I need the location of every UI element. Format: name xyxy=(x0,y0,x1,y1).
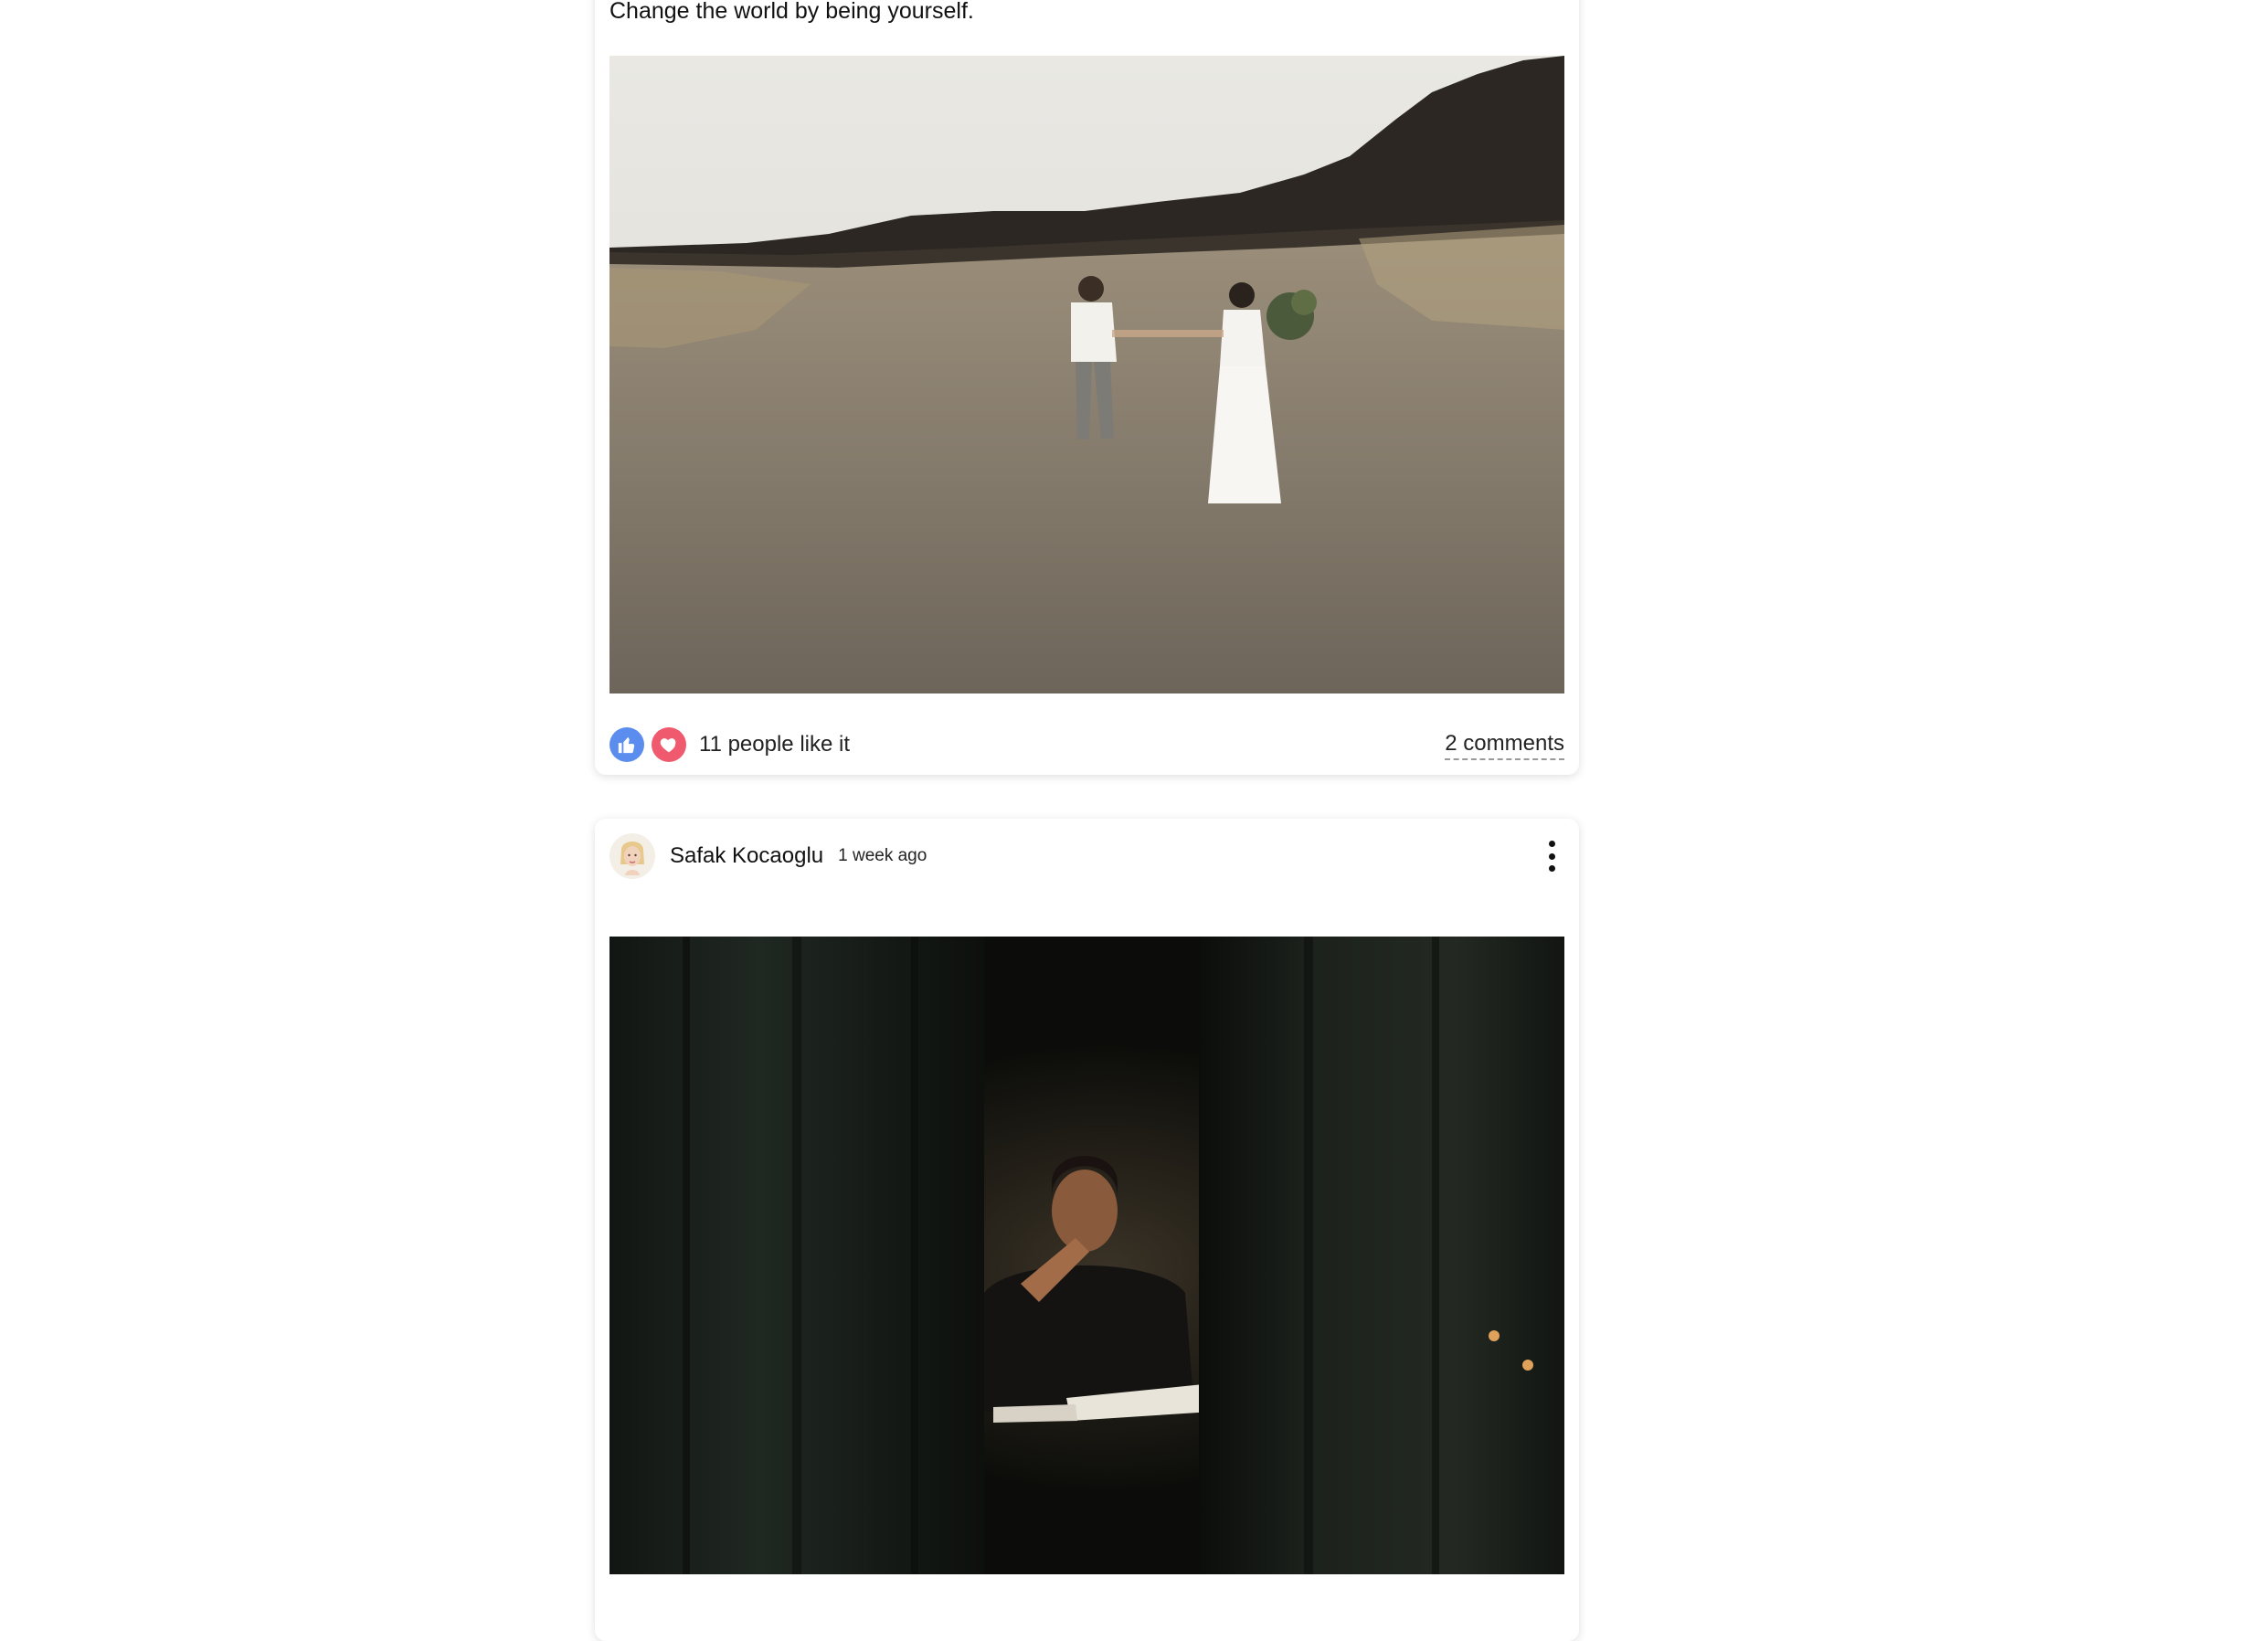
post-timestamp: 1 week ago xyxy=(838,846,927,865)
heart-icon[interactable] xyxy=(652,727,686,762)
comments-link[interactable]: 2 comments xyxy=(1445,731,1564,760)
post-header: Safak Kocaoglu 1 week ago xyxy=(609,833,1564,879)
menu-dot xyxy=(1548,852,1555,860)
post-card: Safak Kocaoglu 1 week ago xyxy=(595,819,1579,1641)
menu-dot xyxy=(1548,865,1555,872)
avatar[interactable] xyxy=(609,833,655,879)
thumbs-up-icon[interactable] xyxy=(609,727,644,762)
more-vertical-icon[interactable] xyxy=(1542,841,1561,872)
menu-dot xyxy=(1548,841,1555,847)
post-image[interactable] xyxy=(609,937,1564,1574)
reactions-bar: 11 people like it xyxy=(609,726,850,763)
post-image[interactable] xyxy=(609,56,1564,693)
author-name[interactable]: Safak Kocaoglu xyxy=(670,843,823,869)
likes-count: 11 people like it xyxy=(699,732,850,757)
post-card: Change the world by being yourself. 11 p… xyxy=(595,0,1579,775)
post-caption: Change the world by being yourself. xyxy=(609,0,974,24)
